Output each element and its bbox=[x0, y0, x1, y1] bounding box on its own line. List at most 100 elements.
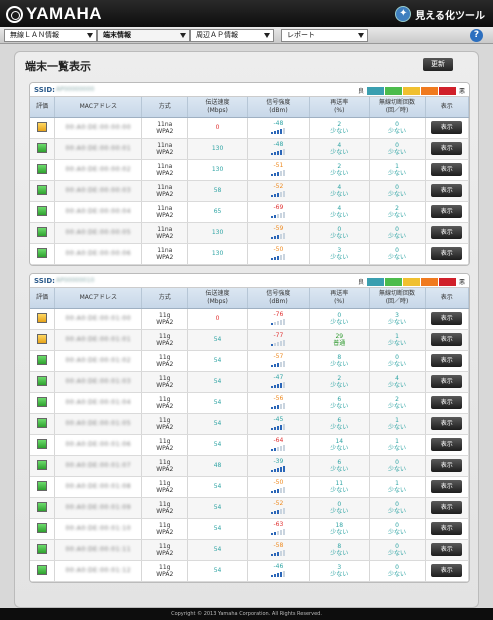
method-standard: 11na bbox=[157, 162, 173, 170]
disconnect-count-level: 少ない bbox=[388, 507, 407, 515]
help-icon[interactable]: ? bbox=[470, 29, 483, 42]
show-button[interactable]: 表示 bbox=[431, 417, 463, 430]
mac-cell: 00:A0:DE:00:01:08 bbox=[54, 476, 143, 498]
show-button[interactable]: 表示 bbox=[431, 333, 463, 346]
mac-cell: 00:A0:DE:00:00:02 bbox=[54, 159, 143, 181]
signal-bars-icon bbox=[271, 148, 286, 155]
disconnect-cell: 0 少ない bbox=[369, 350, 426, 372]
eval-cell bbox=[30, 455, 56, 477]
resend-rate-value: 4 bbox=[337, 183, 342, 191]
method-standard: 11g bbox=[159, 332, 171, 340]
show-button[interactable]: 表示 bbox=[431, 375, 463, 388]
signal-cell: -47 bbox=[247, 371, 310, 393]
show-button[interactable]: 表示 bbox=[431, 312, 463, 325]
menu-wireless-lan-info[interactable]: 無線ＬＡＮ情報 bbox=[4, 29, 97, 42]
show-cell: 表示 bbox=[425, 201, 469, 223]
resend-rate-value: 6 bbox=[337, 395, 342, 403]
eval-cell bbox=[30, 497, 56, 519]
app-name: 見える化ツール bbox=[415, 10, 485, 22]
resend-cell: 2 少ない bbox=[309, 117, 370, 139]
chevron-down-icon bbox=[358, 33, 364, 38]
disconnect-count-level: 少ない bbox=[388, 211, 407, 219]
disconnect-count-value: 2 bbox=[395, 395, 399, 403]
show-button[interactable]: 表示 bbox=[431, 163, 463, 176]
resend-rate-value: 18 bbox=[335, 521, 344, 529]
show-button[interactable]: 表示 bbox=[431, 396, 463, 409]
resend-rate-value: 2 bbox=[337, 162, 342, 170]
chevron-down-icon bbox=[180, 33, 186, 38]
method-cell: 11na WPA2 bbox=[141, 180, 189, 202]
ssid-label: SSID: bbox=[34, 277, 55, 285]
signal-value: -52 bbox=[273, 499, 284, 507]
method-security: WPA2 bbox=[156, 486, 174, 494]
menu-label: 周辺ＡＰ情報 bbox=[196, 31, 238, 39]
legend-swatch bbox=[402, 277, 420, 286]
mac-address: 00:A0:DE:00:01:11 bbox=[65, 546, 132, 553]
show-button[interactable]: 表示 bbox=[431, 480, 463, 493]
method-standard: 11g bbox=[159, 563, 171, 571]
speed-cell: 130 bbox=[187, 138, 248, 160]
column-header-eval: 評価 bbox=[30, 288, 56, 309]
show-button[interactable]: 表示 bbox=[431, 142, 463, 155]
legend-swatch bbox=[402, 86, 420, 95]
show-button[interactable]: 表示 bbox=[431, 205, 463, 218]
show-button[interactable]: 表示 bbox=[431, 247, 463, 260]
disconnect-count-level: 少ない bbox=[388, 570, 407, 578]
menu-report[interactable]: レポート bbox=[281, 29, 368, 42]
show-button[interactable]: 表示 bbox=[431, 459, 463, 472]
menu-terminal-info[interactable]: 端末情報 bbox=[97, 29, 190, 42]
show-cell: 表示 bbox=[425, 180, 469, 202]
show-button[interactable]: 表示 bbox=[431, 438, 463, 451]
show-button[interactable]: 表示 bbox=[431, 226, 463, 239]
mac-address: 00:A0:DE:00:01:00 bbox=[65, 315, 132, 322]
graph-icon: ✦ bbox=[395, 6, 412, 22]
mac-address: 00:A0:DE:00:01:10 bbox=[65, 525, 132, 532]
resend-cell: 6 少ない bbox=[309, 413, 370, 435]
mac-address: 00:A0:DE:00:01:05 bbox=[65, 420, 132, 427]
resend-rate-level: 少ない bbox=[330, 169, 349, 177]
signal-value: -58 bbox=[273, 541, 284, 549]
refresh-button[interactable]: 更新 bbox=[423, 58, 453, 71]
disconnect-cell: 1 少ない bbox=[369, 476, 426, 498]
legend-swatch bbox=[384, 277, 402, 286]
method-standard: 11g bbox=[159, 521, 171, 529]
show-button[interactable]: 表示 bbox=[431, 121, 463, 134]
menu-nearby-ap-info[interactable]: 周辺ＡＰ情報 bbox=[190, 29, 274, 42]
show-button[interactable]: 表示 bbox=[431, 522, 463, 535]
mac-cell: 00:A0:DE:00:01:06 bbox=[54, 434, 143, 456]
signal-cell: -50 bbox=[247, 243, 310, 265]
eval-cell bbox=[30, 180, 56, 202]
signal-bars-icon bbox=[271, 423, 286, 430]
eval-cell bbox=[30, 392, 56, 414]
method-standard: 11na bbox=[157, 204, 173, 212]
evaluation-status-indicator bbox=[37, 501, 48, 512]
method-standard: 11g bbox=[159, 374, 171, 382]
signal-cell: -46 bbox=[247, 560, 310, 582]
mac-address: 00:A0:DE:00:01:01 bbox=[65, 336, 132, 343]
ssid-label: SSID: bbox=[34, 86, 55, 94]
signal-bars-icon bbox=[271, 190, 286, 197]
disconnect-count-level: 少ない bbox=[388, 381, 407, 389]
table-row: 00:A0:DE:00:01:07 11g WPA2 48 -39 6 少ない 0 少ない 表示 bbox=[30, 455, 469, 477]
disconnect-cell: 0 少ない bbox=[369, 497, 426, 519]
show-button[interactable]: 表示 bbox=[431, 564, 463, 577]
table-row: 00:A0:DE:00:00:05 11na WPA2 130 -59 0 少ない 0 少ない表… bbox=[30, 222, 469, 244]
table-row: 00:A0:DE:00:01:00 11g WPA2 0 -76 0 少ない 3 少ない 表示 bbox=[30, 308, 469, 330]
mac-cell: 00:A0:DE:00:01:12 bbox=[54, 560, 143, 582]
evaluation-status-indicator bbox=[37, 543, 48, 554]
signal-value: -77 bbox=[273, 331, 284, 339]
show-button[interactable]: 表示 bbox=[431, 354, 463, 367]
speed-cell: 54 bbox=[187, 434, 248, 456]
method-standard: 11na bbox=[157, 141, 173, 149]
method-security: WPA2 bbox=[156, 318, 174, 326]
resend-rate-level: 少ない bbox=[330, 465, 349, 473]
mac-cell: 00:A0:DE:00:00:06 bbox=[54, 243, 143, 265]
table-row: 00:A0:DE:00:01:05 11g WPA2 54 -45 6 少ない 1 少ない 表示 bbox=[30, 413, 469, 435]
speed-cell: 48 bbox=[187, 455, 248, 477]
show-button[interactable]: 表示 bbox=[431, 184, 463, 197]
show-button[interactable]: 表示 bbox=[431, 543, 463, 556]
resend-rate-level: 少ない bbox=[330, 570, 349, 578]
show-button[interactable]: 表示 bbox=[431, 501, 463, 514]
method-security: WPA2 bbox=[156, 507, 174, 515]
chevron-down-icon bbox=[87, 33, 93, 38]
